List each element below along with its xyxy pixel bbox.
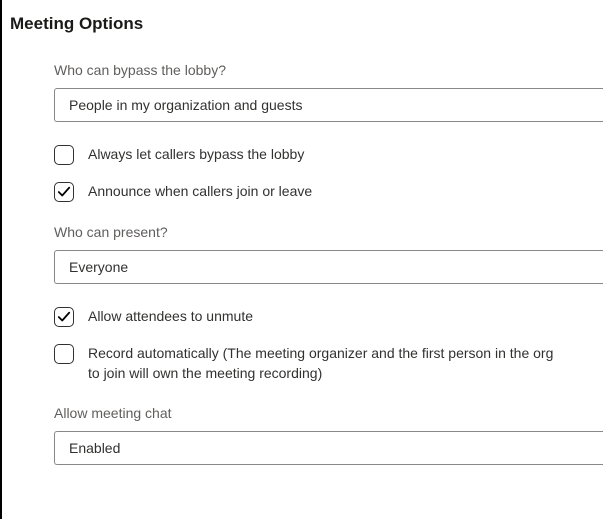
checkmark-icon	[57, 185, 71, 199]
checkmark-icon	[57, 310, 71, 324]
record-auto-checkbox[interactable]: Record automatically (The meeting organi…	[54, 343, 603, 383]
bypass-callers-label: Always let callers bypass the lobby	[88, 144, 304, 164]
checkbox-box	[54, 344, 74, 364]
record-auto-label: Record automatically (The meeting organi…	[88, 343, 568, 383]
checkbox-box	[54, 145, 74, 165]
bypass-callers-checkbox[interactable]: Always let callers bypass the lobby	[54, 144, 603, 165]
present-value: Everyone	[69, 259, 128, 275]
announce-checkbox[interactable]: Announce when callers join or leave	[54, 181, 603, 202]
checkbox-box	[54, 182, 74, 202]
announce-label: Announce when callers join or leave	[88, 181, 312, 201]
chat-value: Enabled	[69, 440, 120, 456]
page-title: Meeting Options	[10, 14, 603, 34]
lobby-bypass-label: Who can bypass the lobby?	[54, 62, 603, 78]
checkbox-box	[54, 307, 74, 327]
meeting-options-form: Who can bypass the lobby? People in my o…	[10, 62, 603, 465]
chat-dropdown[interactable]: Enabled	[54, 431, 603, 465]
unmute-label: Allow attendees to unmute	[88, 306, 253, 326]
unmute-checkbox[interactable]: Allow attendees to unmute	[54, 306, 603, 327]
lobby-bypass-value: People in my organization and guests	[69, 97, 302, 113]
present-dropdown[interactable]: Everyone	[54, 250, 603, 284]
present-label: Who can present?	[54, 224, 603, 240]
lobby-bypass-dropdown[interactable]: People in my organization and guests	[54, 88, 603, 122]
chat-label: Allow meeting chat	[54, 405, 603, 421]
